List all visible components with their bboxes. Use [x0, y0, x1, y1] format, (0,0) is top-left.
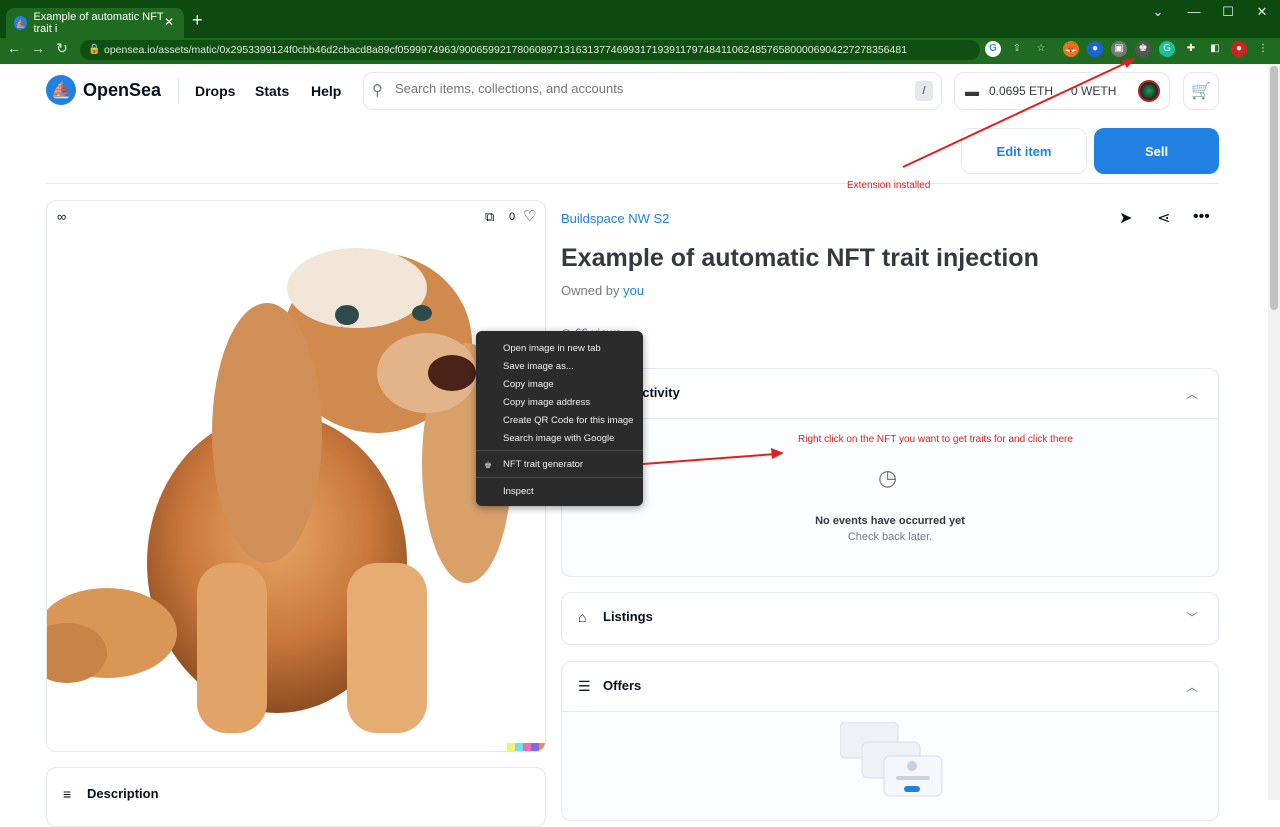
owned-by: Owned by you — [561, 283, 644, 298]
nft-trait-extension-icon[interactable]: ♚ — [1135, 41, 1151, 57]
logo-text[interactable]: OpenSea — [83, 80, 161, 101]
weth-balance: 0 WETH — [1071, 84, 1117, 98]
url-text: opensea.io/assets/matic/0x2953399124f0cb… — [104, 44, 908, 56]
browser-tab[interactable]: ⛵ Example of automatic NFT trait i ✕ — [6, 8, 184, 38]
eth-balance: 0.0695 ETH — [989, 84, 1054, 98]
lock-icon: 🔒 — [88, 44, 101, 55]
heart-icon[interactable]: ♡ — [523, 207, 536, 225]
listings-title: Listings — [603, 609, 653, 624]
ctx-open-image-new-tab[interactable]: Open image in new tab — [503, 343, 601, 354]
grammarly-extension-icon[interactable]: G — [1159, 41, 1175, 57]
header-divider — [46, 183, 1219, 184]
item-activity-header[interactable]: ⇅ Item Activity ︿ — [562, 369, 1218, 419]
context-menu: Open image in new tab Save image as... C… — [476, 331, 643, 506]
check-back-text: Check back later. — [847, 531, 933, 543]
annotation-right-click-instruction: Right click on the NFT you want to get t… — [798, 434, 1073, 445]
opensea-logo-icon[interactable]: ⛵ — [46, 75, 76, 105]
open-external-icon[interactable]: ⧉ — [485, 209, 494, 225]
clock-icon: ◷ — [878, 465, 898, 490]
nav-drops[interactable]: Drops — [195, 83, 235, 99]
item-title: Example of automatic NFT trait injection — [561, 244, 1039, 272]
nav-stats[interactable]: Stats — [255, 83, 289, 99]
description-panel[interactable]: ≡ Description — [46, 767, 546, 827]
empty-offers-illustration-icon — [840, 722, 943, 797]
user-avatar[interactable] — [1138, 80, 1160, 102]
transfer-send-icon[interactable]: ➤ — [1119, 208, 1132, 228]
cart-icon: 🛒 — [1191, 83, 1211, 100]
cart-button[interactable]: 🛒 — [1183, 72, 1219, 110]
offers-panel: ☰ Offers ︿ — [561, 661, 1219, 821]
back-arrow-icon[interactable]: ← — [4, 40, 24, 56]
search-shortcut-badge: / — [915, 81, 933, 101]
listings-panel: ⌂ Listings ﹀ — [561, 592, 1219, 645]
annotation-extension-installed: Extension installed — [847, 180, 931, 191]
color-palette-strip — [507, 743, 545, 751]
forward-arrow-icon[interactable]: → — [28, 40, 48, 56]
wallet-icon: ▬ — [965, 83, 979, 99]
collection-link[interactable]: Buildspace NW S2 — [561, 211, 669, 226]
offers-list-icon: ☰ — [578, 678, 591, 694]
nav-help[interactable]: Help — [311, 83, 341, 99]
profile-avatar-icon[interactable]: ● — [1231, 41, 1247, 57]
nft-dog-image[interactable] — [47, 233, 546, 752]
metamask-extension-icon[interactable]: 🦊 — [1063, 41, 1079, 57]
search-box[interactable]: ⚲ / — [363, 72, 942, 110]
camera-extension-icon[interactable]: ▣ — [1111, 41, 1127, 57]
owner-link[interactable]: you — [623, 283, 644, 298]
edit-item-button[interactable]: Edit item — [961, 128, 1087, 174]
search-icon: ⚲ — [372, 82, 383, 99]
chevron-down-icon[interactable]: ﹀ — [1186, 609, 1198, 626]
listings-header[interactable]: ⌂ Listings ﹀ — [562, 593, 1218, 643]
ctx-separator — [476, 450, 643, 451]
share-icon[interactable]: ⋖ — [1157, 208, 1170, 228]
scrollbar-thumb[interactable] — [1270, 66, 1278, 310]
google-icon[interactable]: G — [985, 41, 1001, 57]
description-title: Description — [87, 786, 159, 801]
chevron-up-icon[interactable]: ︿ — [1186, 678, 1198, 695]
new-tab-button[interactable]: + — [192, 10, 203, 31]
ctx-copy-image[interactable]: Copy image — [503, 379, 554, 390]
ctx-copy-image-address[interactable]: Copy image address — [503, 397, 590, 408]
sell-button[interactable]: Sell — [1094, 128, 1219, 174]
close-window-button[interactable]: ✕ — [1242, 4, 1280, 20]
ctx-create-qr-code[interactable]: Create QR Code for this image — [503, 415, 633, 426]
ctx-nft-trait-generator[interactable]: NFT trait generator — [503, 459, 583, 470]
offers-header[interactable]: ☰ Offers ︿ — [562, 662, 1218, 712]
item-activity-panel: ⇅ Item Activity ︿ ◷ No events have occur… — [561, 368, 1219, 577]
offers-title: Offers — [603, 678, 642, 693]
nav-divider — [178, 78, 179, 104]
image-card-toolbar — [47, 201, 545, 233]
chevron-up-icon[interactable]: ︿ — [1186, 385, 1198, 402]
nft-trait-generator-icon: ♚ — [484, 460, 493, 470]
search-input[interactable] — [395, 81, 895, 96]
owned-by-label: Owned by — [561, 283, 624, 298]
more-options-icon[interactable]: ••• — [1193, 208, 1210, 226]
bookmark-star-icon[interactable]: ☆ — [1033, 41, 1049, 57]
ctx-separator — [476, 477, 643, 478]
tab-title: Example of automatic NFT trait i — [33, 11, 164, 35]
ctx-inspect[interactable]: Inspect — [503, 486, 534, 497]
reload-icon[interactable]: ↻ — [52, 40, 72, 57]
browser-menu-icon[interactable]: ⋮ — [1255, 41, 1271, 57]
extensions-puzzle-icon[interactable]: ✚ — [1183, 41, 1199, 57]
polygon-chain-icon: ∞ — [57, 209, 67, 224]
ctx-save-image-as[interactable]: Save image as... — [503, 361, 574, 372]
tag-icon: ⌂ — [578, 609, 587, 625]
favorite-count: 0 — [509, 211, 516, 223]
blue-extension-icon[interactable]: ● — [1087, 41, 1103, 57]
tab-close-icon[interactable]: ✕ — [164, 15, 174, 29]
opensea-favicon-icon: ⛵ — [14, 16, 28, 30]
sidepanel-icon[interactable]: ◧ — [1207, 41, 1223, 57]
ctx-search-image-google[interactable]: Search image with Google — [503, 433, 614, 444]
nft-image-card: ∞ ⧉ 0 ♡ — [46, 200, 546, 752]
address-bar[interactable]: 🔒 opensea.io/assets/matic/0x2953399124f0… — [80, 40, 980, 60]
no-events-text: No events have occurred yet — [815, 515, 965, 527]
tab-search-icon[interactable]: ⌄ — [1138, 4, 1178, 20]
share-icon[interactable]: ⇪ — [1009, 41, 1025, 57]
